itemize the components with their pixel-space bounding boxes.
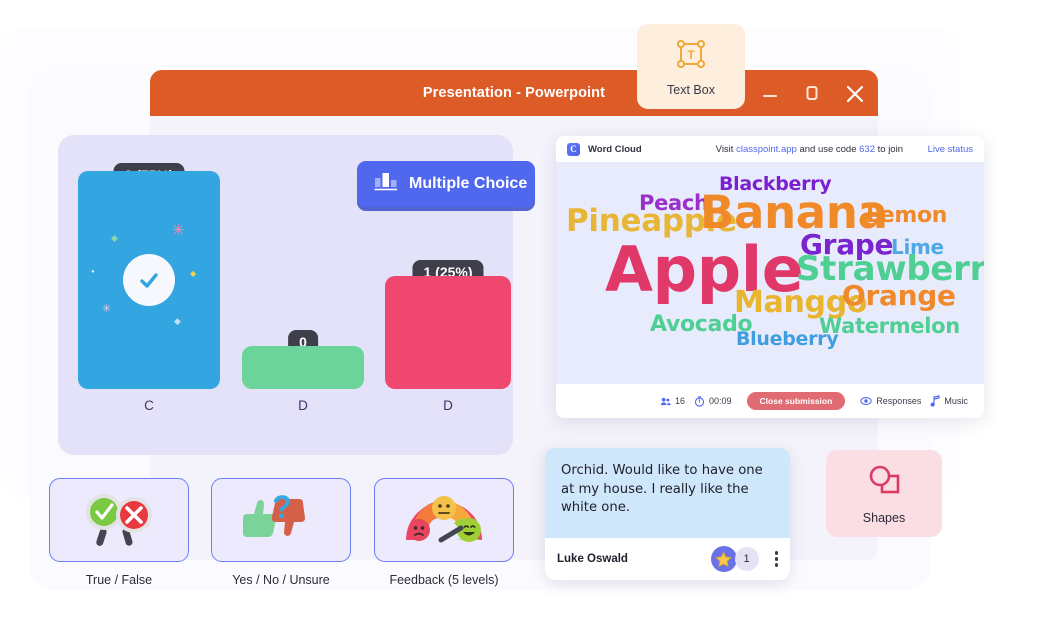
bar-label: D (443, 398, 453, 413)
screenshot-root: Presentation - Powerpoint T Text Box ✳ ◆… (0, 0, 1040, 630)
quiz-type-caption: True / False (85, 573, 153, 587)
word-cloud-word: Lemon (866, 203, 948, 228)
quiz-type-box[interactable] (374, 478, 514, 562)
participants-count: 16 (660, 396, 685, 407)
quiz-type-box[interactable] (49, 478, 189, 562)
word-cloud-panel: C Word Cloud Visit classpoint.app and us… (556, 136, 984, 418)
sparkle-decor: ◆ (174, 316, 181, 326)
sparkle-decor: ◆ (190, 269, 197, 278)
bar-empty (242, 346, 364, 389)
quiz-type-caption: Feedback (5 levels) (389, 573, 499, 587)
bar-column: 1 (25%) D (385, 260, 511, 413)
svg-text:?: ? (272, 489, 292, 525)
svg-text:T: T (687, 48, 695, 62)
visit-suffix: to join (875, 143, 903, 155)
visit-prefix: Visit (715, 143, 737, 155)
star-icon[interactable] (710, 546, 737, 572)
comment-card: Orchid. Would like to have one at my hou… (545, 448, 790, 580)
word-cloud-title: Word Cloud (588, 143, 642, 155)
window-title: Presentation - Powerpoint (422, 85, 606, 101)
bar-column: 2 (75%) ✳ ◆ ◆ ● ✳ ◆ C (78, 163, 220, 413)
participants-value: 16 (675, 396, 686, 406)
kebab-menu-icon[interactable] (774, 551, 778, 567)
minimize-icon[interactable] (760, 83, 780, 103)
window-controls (760, 70, 864, 116)
close-submission-button[interactable]: Close submission (746, 392, 846, 410)
sparkle-decor: ◆ (111, 233, 118, 243)
true-false-icon (76, 488, 162, 553)
word-cloud-word: Orange (842, 279, 956, 312)
shapes-icon (866, 463, 902, 502)
bar-column: 0 D (242, 330, 364, 413)
text-box-tool-card[interactable]: T Text Box (637, 24, 745, 109)
feedback-levels-icon (398, 488, 490, 553)
sparkle-decor: ✳ (102, 303, 112, 315)
shapes-tool-card[interactable]: Shapes (826, 450, 942, 537)
bar-label: D (298, 398, 308, 413)
quiz-type-box[interactable]: ? (211, 478, 351, 562)
word-cloud-canvas: Peach Blackberry Pineapple Banana Lemon Apple… (556, 162, 984, 384)
responses-label: Responses (876, 396, 922, 406)
eye-icon (860, 397, 872, 405)
word-cloud-toolbar: 16 00:09 Close submission Responses Musi… (556, 384, 984, 418)
star-count: 1 (734, 547, 759, 571)
visit-mid: and use code (796, 143, 860, 155)
multiple-choice-label: Multiple Choice (409, 175, 528, 192)
classpoint-logo-icon: C (567, 142, 580, 156)
responses-button[interactable]: Responses (860, 396, 921, 406)
yes-no-unsure-icon: ? (235, 488, 327, 553)
music-button[interactable]: Music (930, 395, 968, 407)
comment-text: Orchid. Would like to have one at my hou… (545, 448, 790, 538)
close-icon[interactable] (844, 83, 864, 103)
word-cloud-header: C Word Cloud Visit classpoint.app and us… (556, 136, 984, 162)
sparkle-decor: ✳ (172, 222, 185, 239)
timer-value: 00:09 (709, 396, 732, 406)
maximize-icon[interactable] (802, 83, 822, 103)
word-cloud-word: Watermelon (819, 314, 960, 338)
quiz-type-caption: Yes / No / Unsure (232, 573, 330, 587)
classpoint-link[interactable]: classpoint.app (736, 144, 797, 155)
text-box-icon: T (674, 37, 708, 76)
bar-label: C (144, 398, 154, 413)
quiz-type-yes-no-unsure[interactable]: ? Yes / No / Unsure (211, 478, 351, 587)
correct-check-icon (123, 254, 175, 306)
quiz-type-true-false[interactable]: True / False (49, 478, 189, 587)
multiple-choice-badge[interactable]: Multiple Choice (357, 161, 535, 207)
join-code: 632 (859, 143, 875, 155)
timer: 00:09 (694, 395, 732, 407)
quiz-type-feedback[interactable]: Feedback (5 levels) (374, 478, 514, 587)
join-instruction: Visit classpoint.app and use code 632 to… (716, 144, 903, 155)
bar-correct: ✳ ◆ ◆ ● ✳ ◆ (78, 171, 220, 389)
music-note-icon (930, 395, 940, 407)
bar-incorrect (385, 276, 511, 389)
live-status-link[interactable]: Live status (928, 144, 973, 155)
text-box-tool-label: Text Box (667, 82, 715, 97)
powerpoint-titlebar: Presentation - Powerpoint (150, 70, 878, 116)
comment-footer: Luke Oswald 1 (545, 538, 790, 580)
people-icon (660, 397, 671, 405)
shapes-tool-label: Shapes (862, 510, 906, 525)
music-label: Music (944, 396, 968, 406)
bar-chart-icon (373, 170, 399, 199)
clock-icon (694, 395, 705, 407)
bar-chart: 2 (75%) ✳ ◆ ◆ ● ✳ ◆ C 0 D (58, 163, 513, 413)
sparkle-decor: ● (91, 269, 95, 275)
comment-author: Luke Oswald (557, 553, 628, 565)
